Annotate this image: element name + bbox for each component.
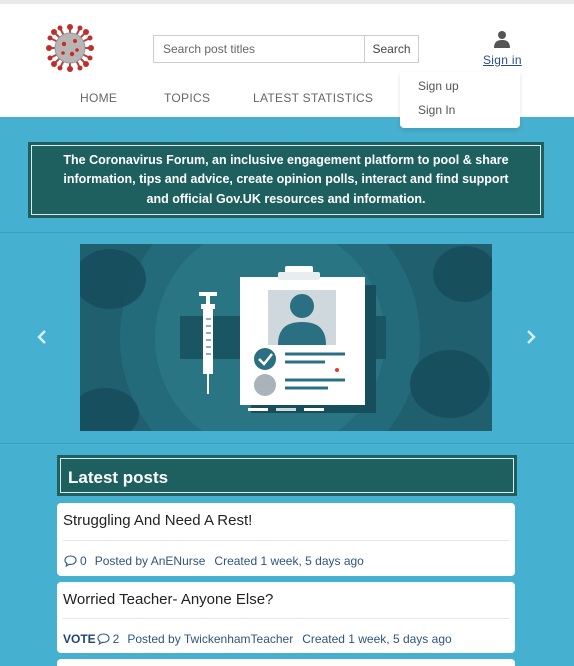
dropdown-sign-up[interactable]: Sign up [418,79,459,93]
intro-banner-text: The Coronavirus Forum, an inclusive enga… [63,152,509,206]
carousel-slide [80,244,492,431]
post-card[interactable]: Struggling And Need A Rest! 0 Posted by … [57,503,515,576]
account-dropdown: Sign up Sign In [400,72,520,128]
post-created: Created 1 week, 5 days ago [214,554,364,568]
sign-in-link[interactable]: Sign in [483,53,522,67]
card-divider [63,540,509,541]
post-meta: 0 Posted by AnENurse Created 1 week, 5 d… [63,554,364,568]
post-card[interactable] [57,659,515,666]
post-card[interactable]: Worried Teacher- Anyone Else? VOTE 2 Pos… [57,582,515,653]
nav-home[interactable]: HOME [80,91,117,105]
chevron-left-icon[interactable] [35,329,49,345]
post-meta: VOTE 2 Posted by TwickenhamTeacher Creat… [63,632,452,646]
chevron-right-icon[interactable] [524,329,538,345]
nav-latest-statistics[interactable]: LATEST STATISTICS [253,91,373,105]
nav-topics[interactable]: TOPICS [164,91,210,105]
post-title[interactable]: Struggling And Need A Rest! [63,512,252,529]
medical-record-illustration [80,244,492,431]
comment-icon [97,633,110,645]
section-divider [0,443,574,444]
virus-logo-icon[interactable] [46,24,94,72]
user-icon[interactable] [493,30,511,48]
latest-posts-title: Latest posts [68,468,169,487]
intro-banner: The Coronavirus Forum, an inclusive enga… [28,142,544,218]
comment-count: 2 [112,632,120,646]
card-divider [63,618,509,619]
search-input[interactable] [153,35,365,63]
latest-posts-heading: Latest posts [57,455,517,496]
post-title[interactable]: Worried Teacher- Anyone Else? [63,591,273,608]
dropdown-sign-in[interactable]: Sign In [418,103,455,117]
vote-button[interactable]: VOTE [63,632,96,646]
post-created: Created 1 week, 5 days ago [302,632,452,646]
section-divider [0,232,574,233]
post-author[interactable]: Posted by AnENurse [95,554,206,568]
comment-count: 0 [80,554,87,568]
post-author[interactable]: Posted by TwickenhamTeacher [127,632,293,646]
search-button[interactable]: Search [364,35,419,63]
comment-icon [64,555,77,567]
